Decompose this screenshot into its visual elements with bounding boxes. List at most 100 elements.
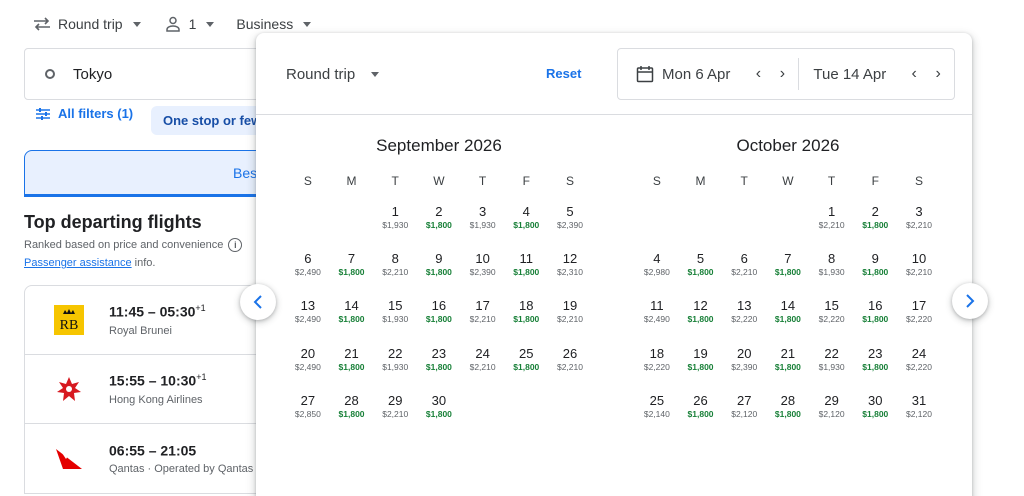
day-price: $1,800 — [774, 408, 801, 419]
calendar-day[interactable]: 10 $2,390 — [461, 243, 505, 290]
return-next-icon[interactable]: › — [926, 62, 950, 86]
day-grid: 1 $1,930 2 $1,800 3 $1,930 4 $1,800 5 $2,390 6 $2,4… — [286, 196, 592, 432]
calendar-day[interactable]: 3 $2,210 — [897, 196, 941, 243]
calendar-day[interactable]: 24 $2,220 — [897, 338, 941, 385]
qantas-logo — [49, 439, 89, 479]
calendar-day[interactable]: 28 $1,800 — [330, 385, 374, 432]
calendar-day[interactable]: 22 $1,930 — [810, 338, 854, 385]
calendar-day[interactable]: 14 $1,800 — [330, 290, 374, 337]
calendar-day[interactable]: 19 $1,800 — [679, 338, 723, 385]
day-number: 2 — [435, 204, 443, 219]
calendar-day[interactable]: 7 $1,800 — [766, 243, 810, 290]
calendar-day[interactable]: 8 $1,930 — [810, 243, 854, 290]
calendar-day[interactable]: 3 $1,930 — [461, 196, 505, 243]
calendar-day[interactable]: 30 $1,800 — [853, 385, 897, 432]
calendar-day[interactable]: 18 $1,800 — [504, 290, 548, 337]
calendar-day[interactable]: 10 $2,210 — [897, 243, 941, 290]
calendar-day[interactable]: 7 $1,800 — [330, 243, 374, 290]
calendar-day[interactable]: 17 $2,220 — [897, 290, 941, 337]
calendar-day[interactable]: 4 $1,800 — [504, 196, 548, 243]
day-price: $2,120 — [731, 408, 758, 419]
calendar-day[interactable]: 6 $2,490 — [286, 243, 330, 290]
day-price: $2,490 — [294, 314, 321, 325]
calendar-day[interactable]: 6 $2,210 — [722, 243, 766, 290]
passenger-assistance-link[interactable]: Passenger assistance — [24, 257, 132, 269]
day-price: $1,800 — [774, 314, 801, 325]
calendar-day[interactable]: 19 $2,210 — [548, 290, 592, 337]
calendar-day[interactable]: 5 $1,800 — [679, 243, 723, 290]
calendar-day[interactable]: 4 $2,980 — [635, 243, 679, 290]
person-icon — [163, 14, 183, 34]
day-number: 24 — [911, 345, 927, 361]
previous-month-button[interactable] — [240, 284, 276, 320]
popup-trip-type-select[interactable]: Round trip — [286, 66, 380, 83]
return-prev-icon[interactable]: ‹ — [902, 62, 926, 86]
calendar-day[interactable]: 5 $2,390 — [548, 196, 592, 243]
next-month-button[interactable] — [952, 283, 988, 319]
calendar-day[interactable]: 24 $2,210 — [461, 338, 505, 385]
cabin-select[interactable]: Business — [236, 16, 312, 32]
all-filters-button[interactable]: All filters (1) — [36, 106, 133, 121]
calendar-day[interactable]: 15 $2,220 — [810, 290, 854, 337]
calendar-day[interactable]: 27 $2,120 — [722, 385, 766, 432]
filter-sliders-icon — [36, 107, 50, 120]
calendar-day[interactable]: 30 $1,800 — [417, 385, 461, 432]
calendar-day[interactable]: 26 $2,210 — [548, 338, 592, 385]
day-price: $1,800 — [513, 314, 540, 325]
calendar-day[interactable]: 9 $1,800 — [853, 243, 897, 290]
departure-prev-icon[interactable]: ‹ — [746, 62, 770, 86]
calendar-day[interactable]: 20 $2,390 — [722, 338, 766, 385]
weekday-label: F — [871, 174, 879, 188]
calendar-day[interactable]: 17 $2,210 — [461, 290, 505, 337]
day-number: 5 — [566, 204, 574, 219]
calendar-day[interactable]: 13 $2,220 — [722, 290, 766, 337]
calendar-day[interactable]: 29 $2,210 — [373, 385, 417, 432]
flight-time: 06:55 – 21:05 — [109, 442, 197, 459]
calendar-day[interactable]: 15 $1,930 — [373, 290, 417, 337]
calendar-day[interactable]: 8 $2,210 — [373, 243, 417, 290]
calendar-day[interactable]: 2 $1,800 — [417, 196, 461, 243]
calendar-day[interactable]: 21 $1,800 — [766, 338, 810, 385]
weekday-label: T — [827, 174, 836, 188]
day-number: 3 — [915, 204, 923, 219]
month-title: October 2026 — [736, 136, 840, 155]
trip-type-select[interactable]: Round trip — [32, 14, 141, 34]
calendar-day[interactable]: 31 $2,120 — [897, 385, 941, 432]
calendar-day[interactable]: 20 $2,490 — [286, 338, 330, 385]
calendar-day[interactable]: 12 $2,310 — [548, 243, 592, 290]
calendar-day[interactable]: 2 $1,800 — [853, 196, 897, 243]
return-date-field[interactable]: Tue 14 Apr ‹ › — [799, 49, 950, 99]
departure-date-field[interactable]: Mon 6 Apr ‹ › — [618, 49, 794, 99]
calendar-day[interactable]: 27 $2,850 — [286, 385, 330, 432]
calendar-day[interactable]: 13 $2,490 — [286, 290, 330, 337]
calendar-day[interactable]: 29 $2,120 — [810, 385, 854, 432]
calendar-day[interactable]: 25 $2,140 — [635, 385, 679, 432]
calendar-day[interactable]: 21 $1,800 — [330, 338, 374, 385]
calendar-day[interactable]: 26 $1,800 — [679, 385, 723, 432]
day-price: $1,800 — [862, 314, 889, 325]
calendar-day[interactable]: 12 $1,800 — [679, 290, 723, 337]
day-price: $1,800 — [687, 314, 714, 325]
calendar-day[interactable]: 16 $1,800 — [853, 290, 897, 337]
calendar-day[interactable]: 9 $1,800 — [417, 243, 461, 290]
passenger-select[interactable]: 1 — [163, 14, 215, 34]
calendar-day[interactable]: 11 $2,490 — [635, 290, 679, 337]
day-price: $1,800 — [862, 220, 889, 230]
calendar-day[interactable]: 28 $1,800 — [766, 385, 810, 432]
day-price: $1,800 — [513, 267, 540, 278]
calendar-day[interactable]: 23 $1,800 — [417, 338, 461, 385]
reset-button[interactable]: Reset — [546, 66, 581, 81]
calendar-day[interactable]: 14 $1,800 — [766, 290, 810, 337]
calendar-day[interactable]: 1 $2,210 — [810, 196, 854, 243]
day-price: $2,220 — [643, 361, 670, 372]
departure-next-icon[interactable]: › — [770, 62, 794, 86]
day-price: $2,220 — [731, 314, 758, 325]
info-icon[interactable]: i — [228, 238, 243, 252]
calendar-day[interactable]: 1 $1,930 — [373, 196, 417, 243]
calendar-day[interactable]: 18 $2,220 — [635, 338, 679, 385]
calendar-day[interactable]: 25 $1,800 — [504, 338, 548, 385]
calendar-day[interactable]: 16 $1,800 — [417, 290, 461, 337]
calendar-day[interactable]: 22 $1,930 — [373, 338, 417, 385]
calendar-day[interactable]: 11 $1,800 — [504, 243, 548, 290]
calendar-day[interactable]: 23 $1,800 — [853, 338, 897, 385]
